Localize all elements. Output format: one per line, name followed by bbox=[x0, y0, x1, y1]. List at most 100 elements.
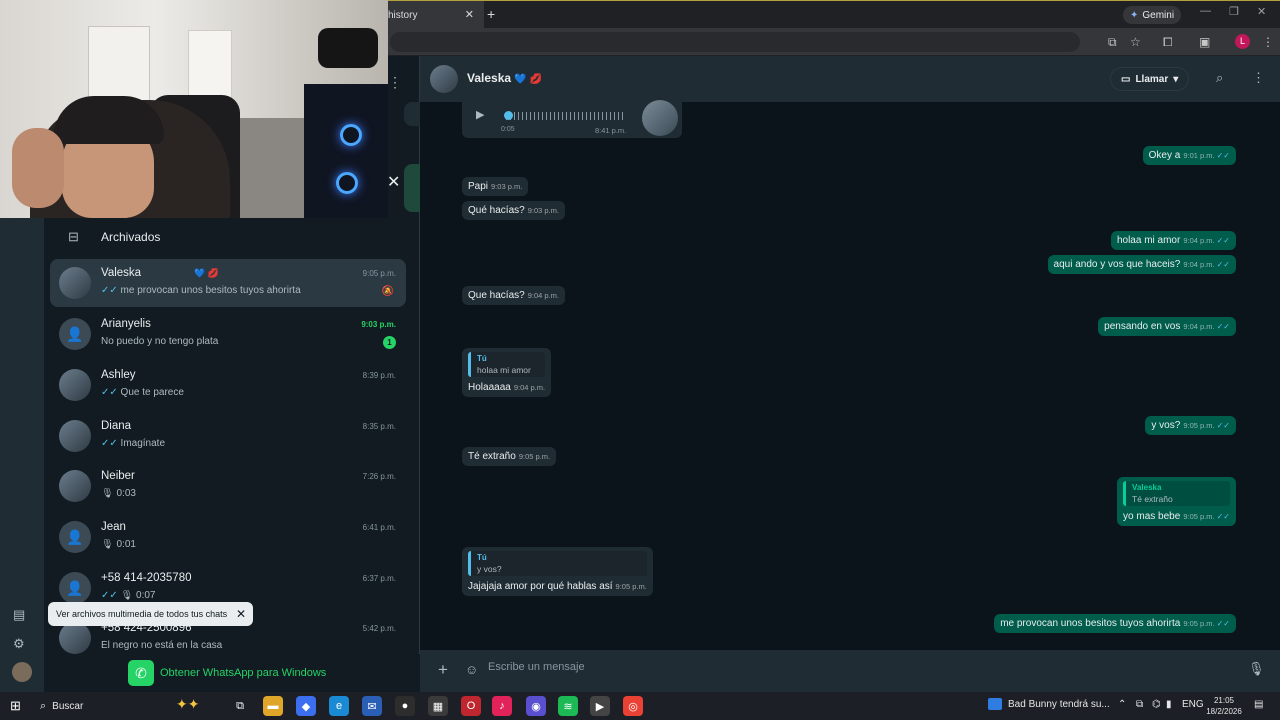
outlook-icon[interactable]: ✉ bbox=[362, 696, 382, 716]
notifications-icon[interactable]: ▤ bbox=[1254, 699, 1263, 710]
contact-emoji: 💙 💋 bbox=[514, 74, 543, 85]
chat-list-item[interactable]: 👤 Jean 6:41 p.m. 🎙 0:01 bbox=[50, 513, 406, 561]
quoted-message[interactable]: Valeska Té extraño bbox=[1123, 481, 1230, 506]
emoji-icon[interactable]: ☺ bbox=[465, 662, 478, 677]
chat-list-item[interactable]: Diana 8:35 p.m. ✓✓ Imagínate bbox=[50, 412, 406, 460]
message-input[interactable]: Escribe un mensaje bbox=[488, 661, 585, 673]
windows-start-icon[interactable]: ⊞ bbox=[10, 698, 21, 714]
voice-time: 8:41 p.m. bbox=[595, 126, 627, 135]
sidebar-menu-icon[interactable]: ⋮ bbox=[388, 74, 402, 91]
install-app-icon[interactable]: ⧉ bbox=[1108, 35, 1117, 50]
contact-name[interactable]: Valeska 💙 💋 bbox=[467, 71, 542, 85]
chat-preview: ✓✓ Imagínate bbox=[101, 438, 381, 449]
webcam-close-icon[interactable]: ✕ bbox=[387, 172, 400, 192]
chat-list-item[interactable]: Ashley 8:39 p.m. ✓✓ Que te parece bbox=[50, 361, 406, 409]
edge-icon[interactable]: e bbox=[329, 696, 349, 716]
message-time: 9:05 p.m. bbox=[615, 582, 647, 591]
opera-icon[interactable]: O bbox=[461, 696, 481, 716]
contact-avatar[interactable] bbox=[430, 65, 458, 93]
profile-avatar[interactable]: L bbox=[1235, 34, 1250, 49]
message-text: yo mas bebe bbox=[1123, 511, 1181, 522]
chat-name-emoji: 💙 💋 bbox=[194, 268, 219, 278]
voice-duration: 0:05 bbox=[501, 126, 515, 133]
language-indicator[interactable]: ENG bbox=[1182, 699, 1204, 710]
chat-time: 8:35 p.m. bbox=[362, 422, 396, 431]
window-close-icon[interactable]: ✕ bbox=[1257, 5, 1266, 18]
gemini-button[interactable]: ✦ Gemini bbox=[1123, 6, 1182, 24]
store-icon[interactable]: ▦ bbox=[428, 696, 448, 716]
tab-close-icon[interactable]: ✕ bbox=[465, 8, 474, 21]
chrome-icon[interactable]: ◎ bbox=[623, 696, 643, 716]
clock[interactable]: 21:05 18/2/2026 bbox=[1204, 695, 1244, 717]
search-icon[interactable]: ⌕ bbox=[1216, 70, 1223, 86]
browser-tab[interactable]: history ✕ bbox=[388, 1, 484, 29]
read-ticks-icon: ✓✓ bbox=[1216, 619, 1230, 628]
outgoing-message[interactable]: pensando en vos 9:04 p.m. ✓✓ bbox=[1098, 317, 1236, 336]
chat-preview-text: No puedo y no tengo plata bbox=[101, 336, 219, 347]
message-time: 9:01 p.m. bbox=[1183, 151, 1215, 160]
task-view-icon[interactable]: ⧉ bbox=[230, 696, 250, 716]
chat-list-item[interactable]: Valeska 💙 💋 9:05 p.m. ✓✓ me provocan unos b… bbox=[50, 259, 406, 307]
bookmark-star-icon[interactable]: ☆ bbox=[1130, 35, 1141, 49]
copilot-icon[interactable]: ◆ bbox=[296, 696, 316, 716]
outgoing-message[interactable]: y vos? 9:05 p.m. ✓✓ bbox=[1145, 416, 1236, 435]
play-icon[interactable]: ▶ bbox=[476, 108, 484, 121]
media-player-icon[interactable]: ▶ bbox=[590, 696, 610, 716]
clock-date: 18/2/2026 bbox=[1206, 707, 1242, 716]
tray-app-icon[interactable]: ⧉ bbox=[1136, 699, 1143, 710]
outgoing-message[interactable]: Valeska Té extraño yo mas bebe 9:05 p.m. ✓✓ bbox=[1117, 477, 1236, 526]
archived-row[interactable]: ⊟ Archivados bbox=[44, 218, 420, 256]
outgoing-message[interactable]: aqui ando y vos que haceis? 9:04 p.m. ✓✓ bbox=[1047, 255, 1236, 274]
discord-icon[interactable]: ◉ bbox=[526, 696, 546, 716]
address-bar[interactable] bbox=[390, 32, 1080, 52]
default-avatar-icon: 👤 bbox=[66, 325, 84, 342]
battery-icon[interactable]: ▮ bbox=[1166, 699, 1172, 710]
chat-list-item[interactable]: 👤 Arianyelis 9:03 p.m. No puedo y no tengo … bbox=[50, 310, 406, 358]
minimize-icon[interactable]: — bbox=[1200, 5, 1211, 17]
voice-progress-handle[interactable] bbox=[504, 111, 513, 120]
extensions-icon[interactable]: ⧠ bbox=[1163, 35, 1173, 50]
tiktok-icon[interactable]: ♪ bbox=[492, 696, 512, 716]
bluetooth-icon[interactable]: ⌬ bbox=[1152, 699, 1161, 710]
quoted-message[interactable]: Tú holaa mi amor bbox=[468, 352, 546, 377]
tray-chevron-icon[interactable]: ⌃ bbox=[1118, 699, 1126, 710]
spotify-icon[interactable]: ≋ bbox=[558, 696, 578, 716]
sidepanel-icon[interactable]: ▣ bbox=[1199, 35, 1210, 49]
outgoing-message[interactable]: Okey a 9:01 p.m. ✓✓ bbox=[1142, 146, 1236, 165]
webcam-hand bbox=[12, 128, 64, 208]
media-gallery-icon[interactable]: ▤ bbox=[13, 607, 25, 623]
github-icon[interactable]: ● bbox=[395, 696, 415, 716]
video-call-icon: ▭ bbox=[1121, 73, 1131, 85]
incoming-message[interactable]: Que hacías? 9:04 p.m. bbox=[462, 286, 565, 305]
incoming-message[interactable]: Papi 9:03 p.m. bbox=[462, 177, 529, 196]
conversation-header[interactable]: Valeska 💙 💋 ▭ Llamar ▾ ⌕ ⋮ bbox=[420, 56, 1280, 102]
chat-list-item[interactable]: Neiber 7:26 p.m. 🎙 0:03 bbox=[50, 462, 406, 510]
outgoing-message[interactable]: holaa mi amor 9:04 p.m. ✓✓ bbox=[1110, 231, 1236, 250]
settings-gear-icon[interactable]: ⚙ bbox=[13, 636, 25, 652]
tooltip-close-icon[interactable]: ✕ bbox=[236, 607, 246, 621]
voice-waveform[interactable] bbox=[506, 112, 624, 120]
incoming-message[interactable]: Tú y vos? Jajajaja amor por qué hablas así… bbox=[462, 547, 653, 596]
incoming-message[interactable]: Tú holaa mi amor Holaaaaa 9:04 p.m. bbox=[462, 348, 552, 397]
chat-menu-icon[interactable]: ⋮ bbox=[1252, 70, 1265, 86]
news-widget[interactable]: Bad Bunny tendrá su... bbox=[988, 698, 1110, 710]
call-button[interactable]: ▭ Llamar ▾ bbox=[1110, 67, 1190, 91]
browser-menu-icon[interactable]: ⋮ bbox=[1262, 35, 1274, 49]
new-tab-icon[interactable]: + bbox=[487, 6, 495, 22]
outgoing-message[interactable]: me provocan unos besitos tuyos ahorirta 9… bbox=[994, 614, 1236, 633]
microphone-icon[interactable]: 🎙 bbox=[1248, 661, 1265, 677]
restore-icon[interactable]: ❐ bbox=[1229, 5, 1239, 18]
incoming-message[interactable]: Té extraño 9:05 p.m. bbox=[462, 447, 557, 466]
get-whatsapp-banner[interactable]: ✆ Obtener WhatsApp para Windows bbox=[44, 654, 420, 692]
message-text: Papi bbox=[468, 181, 489, 192]
unread-badge: 1 bbox=[383, 336, 396, 349]
attach-plus-icon[interactable]: + bbox=[438, 660, 448, 680]
voice-message[interactable]: ▶ 0:05 8:41 p.m. bbox=[462, 98, 682, 138]
taskbar-search[interactable]: ⌕ Buscar ✦✦ bbox=[36, 695, 216, 717]
file-explorer-icon[interactable]: ▬ bbox=[263, 696, 283, 716]
chat-preview-text: Imagínate bbox=[120, 438, 166, 449]
quoted-message[interactable]: Tú y vos? bbox=[468, 551, 647, 576]
user-avatar[interactable] bbox=[12, 662, 32, 682]
incoming-message[interactable]: Qué hacías? 9:03 p.m. bbox=[462, 201, 565, 220]
message-time: 9:04 p.m. bbox=[513, 383, 546, 392]
